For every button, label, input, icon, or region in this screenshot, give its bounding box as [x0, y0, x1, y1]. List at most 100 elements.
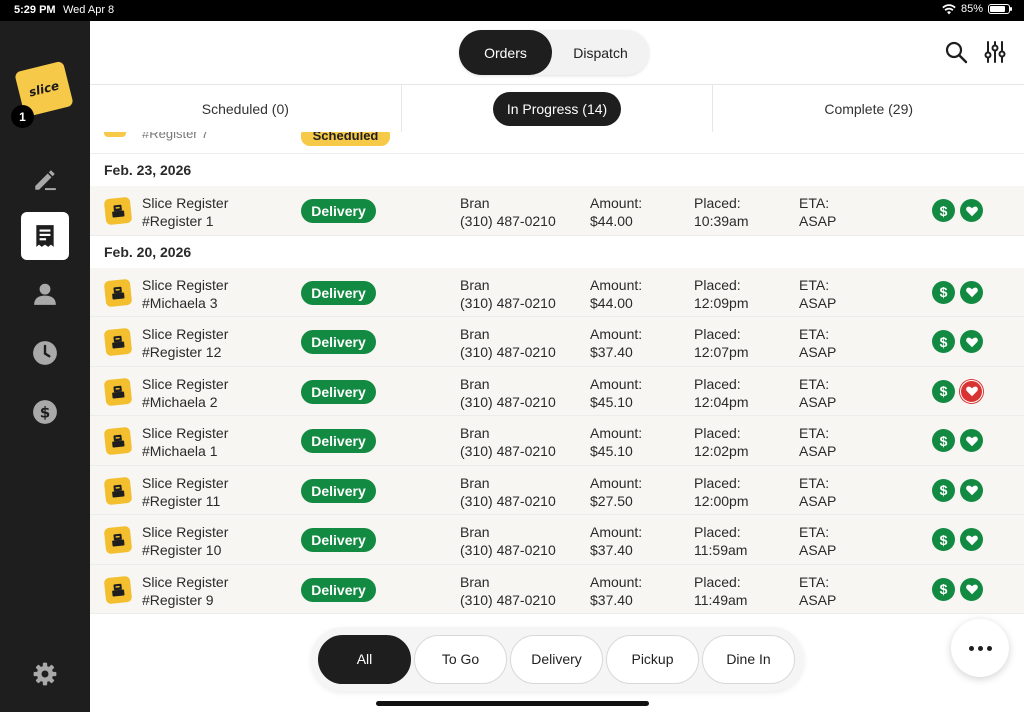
- heart-icon[interactable]: [960, 330, 983, 353]
- eta-value: ASAP: [799, 591, 837, 608]
- amount-value: $45.10: [590, 393, 633, 410]
- sidebar-item-payments[interactable]: $: [21, 388, 69, 436]
- order-row[interactable]: Slice Register #Register 9 Delivery Bran (31…: [90, 564, 1024, 614]
- order-eta: ETA: ASAP: [799, 375, 836, 411]
- order-placed: Placed: 11:59am: [694, 523, 747, 559]
- placed-label: Placed:: [694, 573, 741, 590]
- more-options-button[interactable]: [951, 619, 1009, 677]
- heart-icon[interactable]: [960, 379, 983, 403]
- filter-dine-in[interactable]: Dine In: [702, 634, 795, 684]
- payment-status-icon[interactable]: $: [932, 379, 955, 403]
- order-list[interactable]: #Register 7 Scheduled Feb. 23, 2026 Slice…: [90, 132, 1024, 614]
- eta-label: ETA:: [799, 474, 830, 491]
- order-source: Slice Register #Register 10: [142, 523, 228, 559]
- tab-scheduled[interactable]: Scheduled (0): [90, 85, 402, 132]
- register-icon: [103, 575, 133, 604]
- order-row[interactable]: Slice Register #Register 11 Delivery Bran (3…: [90, 465, 1024, 515]
- order-source: Slice Register #Register 11: [142, 474, 228, 510]
- payment-status-icon[interactable]: $: [932, 429, 955, 452]
- customer-phone: (310) 487-0210: [460, 492, 556, 509]
- order-row[interactable]: Slice Register #Michaela 1 Delivery Bran (31…: [90, 416, 1024, 466]
- customer-phone: (310) 487-0210: [460, 393, 556, 410]
- sidebar-item-orders[interactable]: [21, 212, 69, 260]
- customer-name: Bran: [460, 474, 490, 491]
- amount-value: $44.00: [590, 294, 633, 311]
- pencil-icon: [35, 170, 56, 191]
- order-eta: ETA: ASAP: [799, 194, 836, 230]
- payment-status-icon[interactable]: $: [932, 280, 955, 304]
- order-row[interactable]: Slice Register #Michaela 2 Delivery Bran (31…: [90, 366, 1024, 416]
- heart-icon[interactable]: [960, 478, 983, 502]
- order-amount: Amount: $37.40: [590, 523, 642, 559]
- order-eta: ETA: ASAP: [799, 573, 836, 609]
- sidebar-item-edit[interactable]: [21, 156, 69, 204]
- placed-label: Placed:: [694, 375, 741, 392]
- payment-status-icon[interactable]: $: [932, 330, 955, 353]
- heart-icon[interactable]: [960, 429, 983, 452]
- filter-sliders-icon[interactable]: [983, 40, 1007, 64]
- filter-to-go[interactable]: To Go: [414, 634, 507, 684]
- register-icon: [103, 278, 133, 307]
- customer-info: Bran (310) 487-0210: [460, 424, 556, 460]
- date-group-header: Feb. 23, 2026: [90, 154, 1024, 186]
- order-register: #Register 11: [142, 492, 221, 509]
- register-icon: [103, 196, 133, 226]
- tab-complete[interactable]: Complete (29): [713, 85, 1024, 132]
- order-status-tabs: Scheduled (0) In Progress (14) Complete …: [90, 84, 1024, 132]
- sidebar-item-history[interactable]: [21, 329, 69, 377]
- status-bar: 5:29 PM Wed Apr 8 85%: [0, 0, 1024, 21]
- search-icon[interactable]: [944, 40, 968, 64]
- customer-name: Bran: [460, 276, 490, 293]
- order-source-name: Slice Register: [142, 425, 229, 441]
- home-indicator[interactable]: [376, 701, 649, 706]
- sidebar: slice 1 $: [0, 21, 90, 712]
- order-row[interactable]: Slice Register #Register 10 Delivery Bran (3…: [90, 515, 1024, 565]
- filter-pickup[interactable]: Pickup: [606, 634, 699, 684]
- order-source-name: Slice Register: [142, 474, 229, 491]
- order-amount: Amount: $45.10: [590, 375, 642, 411]
- order-type-filter-bar: All To Go Delivery Pickup Dine In: [311, 627, 804, 691]
- clock-icon: [33, 341, 57, 365]
- heart-icon[interactable]: [960, 280, 983, 304]
- order-placed: Placed: 12:00pm: [694, 474, 748, 510]
- order-row[interactable]: Slice Register #Register 12 Delivery Bran (3…: [90, 317, 1024, 367]
- tab-in-progress-label: In Progress (14): [492, 91, 622, 126]
- status-right: 85%: [942, 3, 1012, 15]
- filter-delivery[interactable]: Delivery: [510, 634, 603, 684]
- payment-status-icon[interactable]: $: [932, 577, 955, 601]
- segment-orders[interactable]: Orders: [459, 30, 552, 75]
- payment-status-icon[interactable]: $: [932, 478, 955, 502]
- payment-status-icon[interactable]: $: [932, 199, 955, 222]
- heart-icon[interactable]: [960, 577, 983, 601]
- order-amount: Amount: $44.00: [590, 194, 642, 230]
- order-type-badge: Delivery: [301, 528, 376, 552]
- order-source: Slice Register #Michaela 3: [142, 276, 228, 312]
- amount-label: Amount:: [590, 474, 643, 491]
- heart-icon[interactable]: [960, 199, 983, 222]
- payment-status-icon[interactable]: $: [932, 528, 955, 551]
- tab-in-progress[interactable]: In Progress (14): [402, 85, 714, 132]
- battery-percent: 85%: [960, 3, 983, 15]
- eta-label: ETA:: [799, 375, 830, 392]
- partial-order-row[interactable]: #Register 7 Scheduled: [90, 132, 1024, 154]
- placed-label: Placed:: [694, 524, 741, 540]
- heart-icon[interactable]: [960, 528, 983, 551]
- order-row[interactable]: Slice Register #Register 1 Delivery Bran (31…: [90, 186, 1024, 236]
- sidebar-item-settings[interactable]: [21, 650, 69, 698]
- sidebar-item-customers[interactable]: [21, 270, 69, 318]
- order-source: Slice Register #Michaela 1: [142, 424, 228, 460]
- eta-value: ASAP: [799, 492, 837, 509]
- order-source: Slice Register #Michaela 2: [142, 375, 228, 411]
- amount-value: $44.00: [590, 213, 633, 229]
- customer-name: Bran: [460, 375, 490, 392]
- customer-info: Bran (310) 487-0210: [460, 573, 556, 609]
- order-source: Slice Register #Register 12: [142, 325, 228, 361]
- filter-all[interactable]: All: [318, 634, 411, 684]
- customer-name: Bran: [460, 573, 490, 590]
- order-type-badge: Delivery: [301, 429, 376, 453]
- customer-phone: (310) 487-0210: [460, 344, 556, 360]
- order-placed: Placed: 12:02pm: [694, 424, 748, 460]
- order-source: Slice Register #Register 1: [142, 194, 228, 230]
- segment-dispatch[interactable]: Dispatch: [552, 30, 649, 75]
- order-row[interactable]: Slice Register #Michaela 3 Delivery Bran (31…: [90, 267, 1024, 317]
